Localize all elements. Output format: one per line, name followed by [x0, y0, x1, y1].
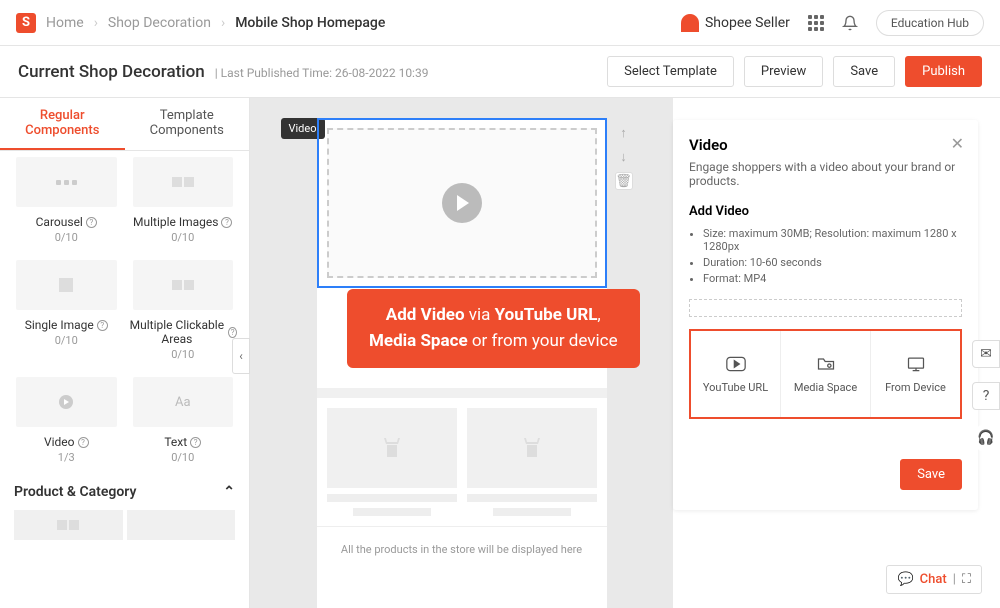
bag-icon	[681, 14, 699, 32]
tab-regular-components[interactable]: Regular Components	[0, 98, 125, 150]
upload-from-device[interactable]: From Device	[870, 331, 960, 417]
delete-icon[interactable]: 🗑	[615, 172, 633, 190]
shopee-seller-brand: Shopee Seller	[681, 14, 790, 32]
product-placeholder	[327, 408, 457, 516]
action-bar: Current Shop Decoration | Last Published…	[0, 46, 1000, 98]
shopee-logo-icon: S	[16, 13, 36, 33]
product-placeholder	[467, 408, 597, 516]
chat-button[interactable]: 💬 Chat | ⛶	[886, 565, 982, 594]
move-up-icon[interactable]: ↑	[615, 124, 633, 142]
folder-icon	[816, 355, 836, 373]
preview-button[interactable]: Preview	[744, 56, 823, 87]
add-video-heading: Add Video	[689, 204, 962, 219]
inbox-icon[interactable]: ✉	[972, 340, 1000, 368]
chevron-right-icon: ›	[221, 15, 225, 31]
apps-grid-icon[interactable]	[808, 15, 824, 31]
upload-options: YouTube URL Media Space From Device	[689, 329, 962, 419]
component-multiple-clickable-areas[interactable]: Multiple Clickable Areas? 0/10	[125, 254, 242, 371]
expand-icon[interactable]: ⛶	[962, 572, 971, 587]
chevron-right-icon: ›	[94, 15, 98, 31]
help-icon[interactable]: ?	[221, 217, 232, 228]
component-video[interactable]: Video? 1/3	[8, 371, 125, 474]
upload-youtube-url[interactable]: YouTube URL	[691, 331, 780, 417]
tab-template-components[interactable]: Template Components	[125, 98, 250, 150]
component-tabs: Regular Components Template Components	[0, 98, 249, 151]
products-note: All the products in the store will be di…	[317, 526, 607, 572]
dashed-placeholder	[689, 299, 962, 317]
chevron-up-icon: ⌃	[223, 484, 235, 500]
publish-button[interactable]: Publish	[905, 56, 982, 87]
education-hub-button[interactable]: Education Hub	[876, 10, 984, 36]
panel-title: Video	[689, 136, 962, 154]
sidebar: Regular Components Template Components C…	[0, 98, 250, 608]
chat-icon: 💬	[897, 572, 913, 587]
panel-save-button[interactable]: Save	[900, 459, 962, 490]
brand-label: Shopee Seller	[705, 15, 790, 31]
callout-add-video: Add Video via YouTube URL, Media Space o…	[347, 289, 640, 368]
video-settings-panel: ✕ Video Engage shoppers with a video abo…	[673, 120, 978, 510]
help-icon[interactable]: ?	[78, 437, 89, 448]
section-product-category[interactable]: Product & Category ⌃	[0, 474, 249, 510]
collapse-sidebar-button[interactable]: ‹	[232, 338, 250, 374]
panel-description: Engage shoppers with a video about your …	[689, 160, 962, 188]
device-icon	[906, 355, 926, 373]
component-text[interactable]: Aa Text? 0/10	[125, 371, 242, 474]
headset-icon[interactable]: 🎧	[972, 424, 1000, 452]
top-bar: S Home › Shop Decoration › Mobile Shop H…	[0, 0, 1000, 46]
breadcrumb: S Home › Shop Decoration › Mobile Shop H…	[16, 13, 385, 33]
video-slot[interactable]: ↑ ↓ 🗑	[317, 118, 607, 288]
close-icon[interactable]: ✕	[951, 134, 964, 153]
play-icon	[442, 183, 482, 223]
upload-media-space[interactable]: Media Space	[780, 331, 870, 417]
top-right: Shopee Seller Education Hub	[681, 10, 984, 36]
help-icon[interactable]: ?	[97, 320, 108, 331]
page-title: Current Shop Decoration	[18, 62, 205, 82]
youtube-icon	[726, 355, 746, 373]
component-grid: Carousel? 0/10 Multiple Images? 0/10 Sin…	[0, 151, 249, 474]
component-multiple-images[interactable]: Multiple Images? 0/10	[125, 151, 242, 254]
breadcrumb-shop-decoration[interactable]: Shop Decoration	[108, 15, 211, 31]
video-specs: Size: maximum 30MB; Resolution: maximum …	[689, 227, 962, 285]
save-button[interactable]: Save	[833, 56, 895, 87]
help-icon[interactable]: ?	[86, 217, 97, 228]
help-icon[interactable]: ?	[228, 327, 237, 338]
bell-icon[interactable]	[842, 15, 858, 31]
help-icon[interactable]: ?	[190, 437, 201, 448]
move-down-icon[interactable]: ↓	[615, 148, 633, 166]
product-row	[317, 398, 607, 526]
select-template-button[interactable]: Select Template	[607, 56, 734, 87]
breadcrumb-home[interactable]: Home	[46, 15, 84, 31]
component-single-image[interactable]: Single Image? 0/10	[8, 254, 125, 371]
help-icon[interactable]: ?	[972, 382, 1000, 410]
breadcrumb-current: Mobile Shop Homepage	[235, 15, 385, 31]
right-strip: ✉ ? 🎧	[972, 340, 1000, 452]
component-carousel[interactable]: Carousel? 0/10	[8, 151, 125, 254]
last-published: | Last Published Time: 26-08-2022 10:39	[215, 66, 429, 80]
